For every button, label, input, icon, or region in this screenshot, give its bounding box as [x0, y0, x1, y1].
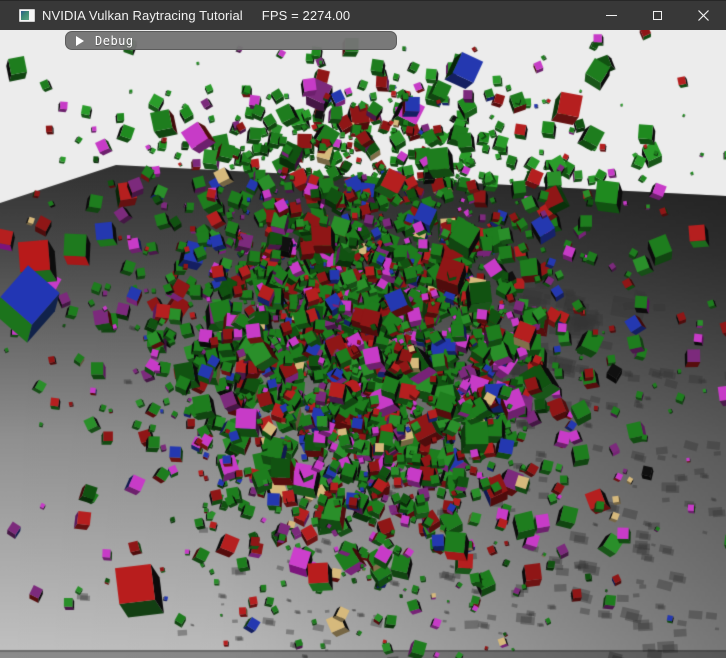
titlebar[interactable]: NVIDIA Vulkan Raytracing Tutorial FPS = … [0, 0, 726, 30]
app-window-icon [19, 9, 35, 22]
close-button[interactable] [680, 1, 726, 31]
close-icon [698, 10, 709, 21]
app-window-icon-pane [21, 11, 29, 20]
window-title: NVIDIA Vulkan Raytracing Tutorial [42, 8, 243, 23]
app-window: NVIDIA Vulkan Raytracing Tutorial FPS = … [0, 0, 726, 658]
debug-header-label: Debug [95, 34, 134, 48]
maximize-icon [653, 11, 662, 20]
fps-counter: FPS = 2274.00 [262, 8, 350, 23]
maximize-button[interactable] [634, 1, 680, 31]
minimize-button[interactable] [588, 1, 634, 31]
debug-collapsing-header[interactable]: Debug [65, 31, 397, 50]
raytracing-viewport[interactable] [0, 30, 726, 658]
collapse-arrow-icon[interactable] [76, 36, 84, 46]
viewport: Debug [0, 30, 726, 658]
minimize-icon [606, 15, 617, 16]
